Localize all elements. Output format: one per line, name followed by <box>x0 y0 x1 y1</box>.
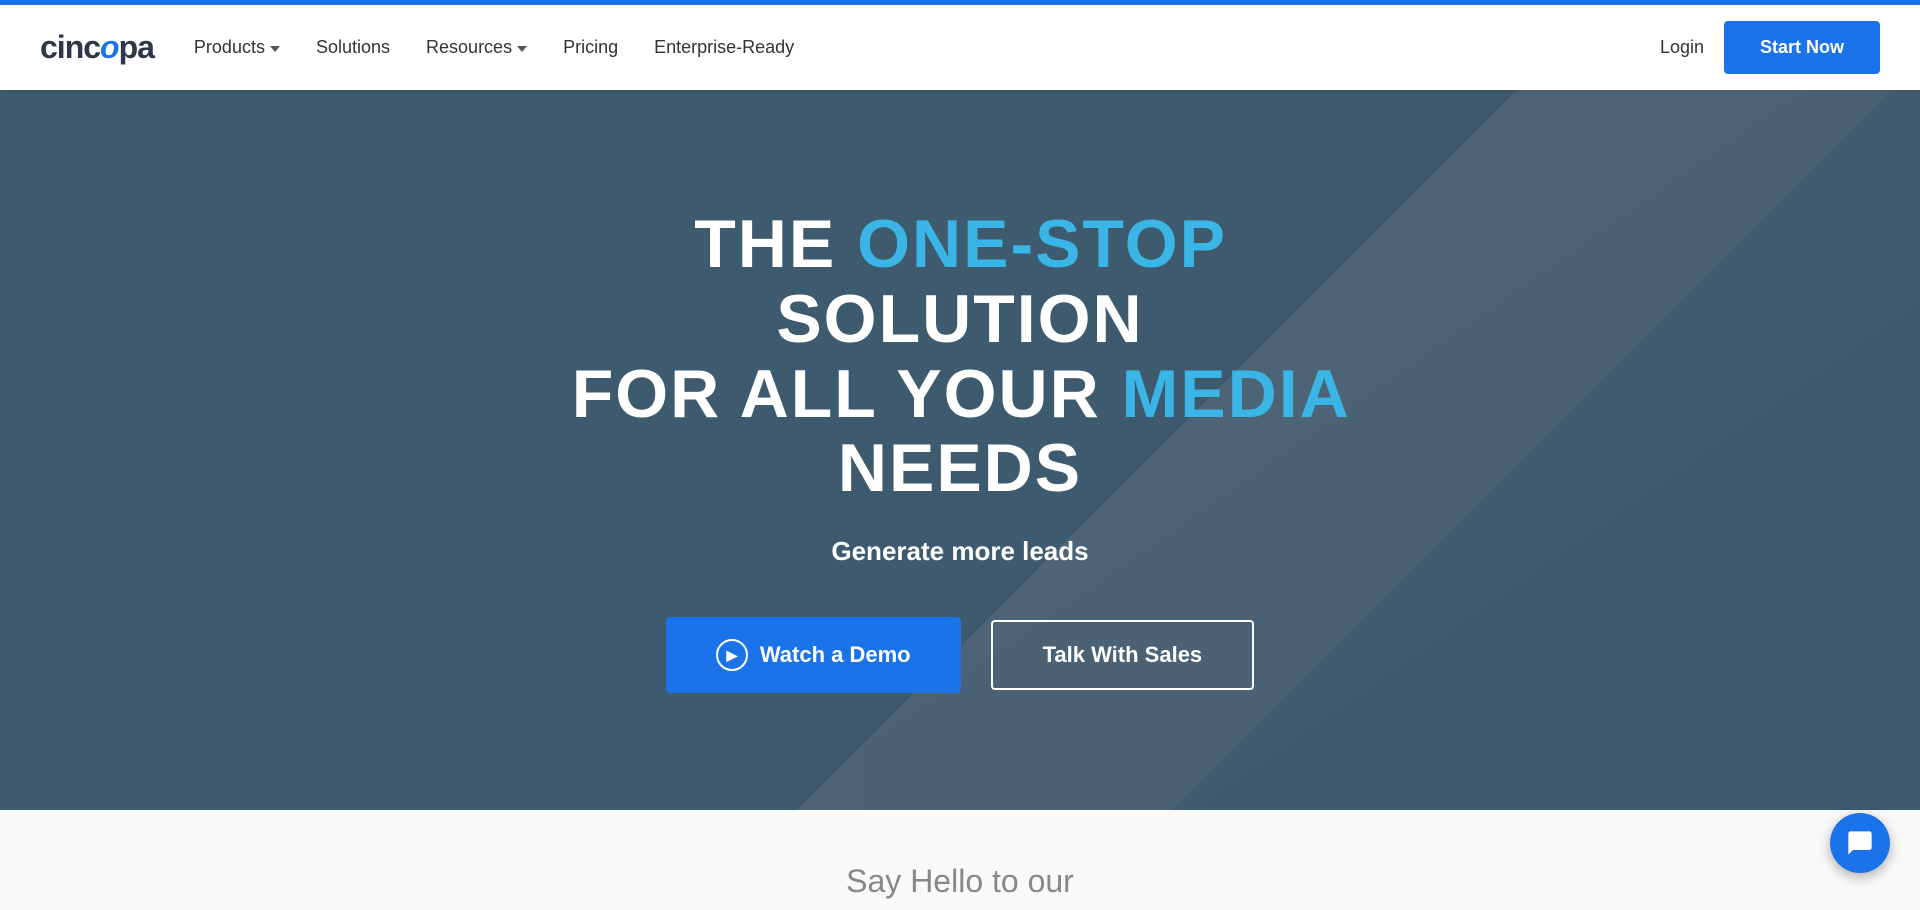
hero-heading-foryour: FOR ALL YOUR <box>572 356 1122 432</box>
hero-content: THE ONE-STOP SOLUTION FOR ALL YOUR MEDIA… <box>510 207 1410 693</box>
chevron-down-icon <box>517 46 527 52</box>
nav-links: Products Solutions Resources Pricing Ent… <box>194 37 1660 58</box>
nav-actions: Login Start Now <box>1660 21 1880 74</box>
nav-link-solutions[interactable]: Solutions <box>316 37 390 58</box>
hero-buttons: ▶ Watch a Demo Talk With Sales <box>530 617 1390 693</box>
hero-heading-the: THE <box>694 206 857 282</box>
play-icon: ▶ <box>716 639 748 671</box>
start-now-button[interactable]: Start Now <box>1724 21 1880 74</box>
talk-with-sales-button[interactable]: Talk With Sales <box>991 620 1255 690</box>
nav-link-resources[interactable]: Resources <box>426 37 527 58</box>
watch-demo-button[interactable]: ▶ Watch a Demo <box>666 617 961 693</box>
logo-text: cincopa <box>40 29 154 66</box>
below-fold-text: Say Hello to our <box>846 863 1074 900</box>
hero-heading: THE ONE-STOP SOLUTION FOR ALL YOUR MEDIA… <box>530 207 1390 506</box>
hero-heading-onestop: ONE-STOP <box>857 206 1226 282</box>
nav-link-enterprise[interactable]: Enterprise-Ready <box>654 37 794 58</box>
nav-link-products[interactable]: Products <box>194 37 280 58</box>
hero-heading-solution: SOLUTION <box>776 281 1143 357</box>
chat-icon <box>1846 829 1874 857</box>
hero-section: THE ONE-STOP SOLUTION FOR ALL YOUR MEDIA… <box>0 90 1920 810</box>
nav-link-pricing[interactable]: Pricing <box>563 37 618 58</box>
hero-subheading: Generate more leads <box>530 536 1390 567</box>
hero-heading-media: MEDIA <box>1122 356 1349 432</box>
chevron-down-icon <box>270 46 280 52</box>
hero-heading-needs: NEEDS <box>838 430 1082 506</box>
login-link[interactable]: Login <box>1660 37 1704 58</box>
logo[interactable]: cincopa <box>40 29 154 66</box>
below-fold-section: Say Hello to our <box>0 810 1920 910</box>
main-nav: cincopa Products Solutions Resources Pri… <box>0 5 1920 90</box>
chat-button[interactable] <box>1830 813 1890 873</box>
